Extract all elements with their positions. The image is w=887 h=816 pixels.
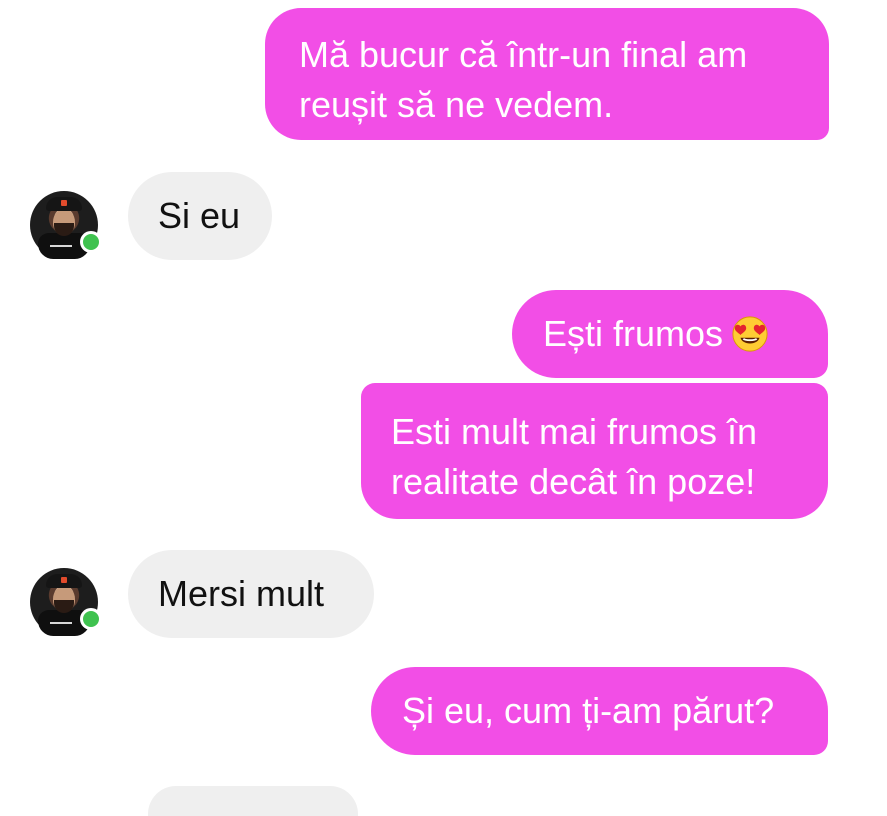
message-text: Și eu, cum ți-am părut? bbox=[402, 690, 775, 731]
contact-avatar[interactable] bbox=[30, 568, 102, 636]
message-text: Ești frumos bbox=[543, 313, 724, 354]
contact-avatar[interactable] bbox=[30, 191, 102, 259]
sent-message[interactable]: Ești frumos bbox=[512, 290, 828, 378]
message-line-1: Mă bucur că într-un final am bbox=[299, 34, 748, 75]
received-message-partial bbox=[148, 786, 358, 816]
sent-message[interactable]: Mă bucur că într-un final am reușit să n… bbox=[265, 8, 829, 140]
message-line-2: realitate decât în poze! bbox=[391, 461, 756, 502]
received-message[interactable]: Si eu bbox=[128, 172, 272, 260]
message-line-2: reușit să ne vedem. bbox=[299, 84, 614, 125]
message-text: Si eu bbox=[158, 195, 241, 236]
sent-message[interactable]: Și eu, cum ți-am părut? bbox=[371, 667, 828, 755]
heart-eyes-emoji-icon bbox=[732, 316, 768, 352]
chat-conversation: Mă bucur că într-un final am reușit să n… bbox=[0, 0, 887, 816]
message-line-1: Esti mult mai frumos în bbox=[391, 411, 758, 452]
online-status-icon bbox=[80, 608, 102, 630]
received-message[interactable]: Mersi mult bbox=[128, 550, 374, 638]
online-status-icon bbox=[80, 231, 102, 253]
message-text: Mersi mult bbox=[158, 573, 325, 614]
sent-message[interactable]: Esti mult mai frumos în realitate decât … bbox=[361, 383, 828, 519]
